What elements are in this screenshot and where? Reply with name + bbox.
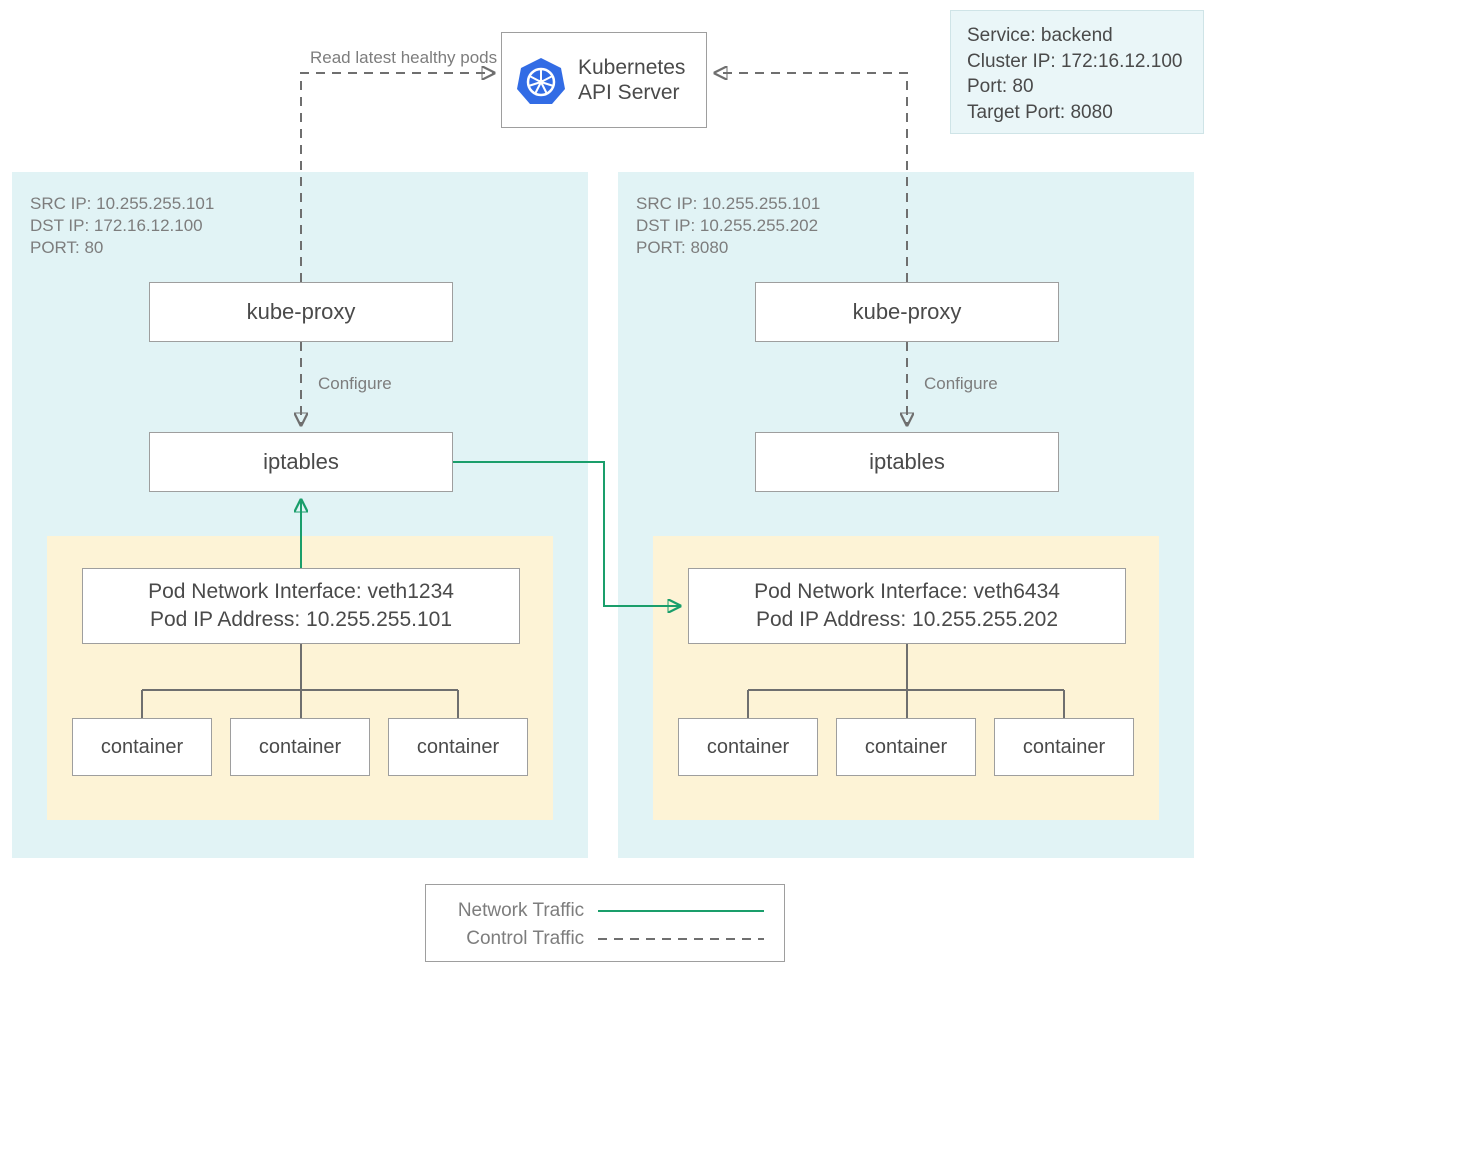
node-right-port: PORT: 8080 <box>636 238 728 258</box>
iptables-left-label: iptables <box>263 449 339 475</box>
configure-right-label: Configure <box>924 374 998 394</box>
iptables-right-label: iptables <box>869 449 945 475</box>
kube-proxy-right-label: kube-proxy <box>853 299 962 325</box>
service-info-box: Service: backend Cluster IP: 172:16.12.1… <box>950 10 1204 134</box>
node-right-dst: DST IP: 10.255.255.202 <box>636 216 818 236</box>
kube-proxy-left: kube-proxy <box>149 282 453 342</box>
service-info-line4: Target Port: 8080 <box>967 100 1187 126</box>
pod-if-right-line1: Pod Network Interface: veth6434 <box>754 578 1060 606</box>
read-pods-label: Read latest healthy pods <box>310 48 497 68</box>
container-left-2: container <box>230 718 370 776</box>
pod-if-left-line2: Pod IP Address: 10.255.255.101 <box>150 606 452 634</box>
legend-network-label: Network Traffic <box>446 900 584 922</box>
service-info-line2: Cluster IP: 172:16.12.100 <box>967 49 1187 75</box>
api-server-label: Kubernetes API Server <box>578 55 685 105</box>
pod-if-right: Pod Network Interface: veth6434 Pod IP A… <box>688 568 1126 644</box>
container-right-1: container <box>678 718 818 776</box>
kubernetes-icon <box>516 55 566 105</box>
api-server-box: Kubernetes API Server <box>501 32 707 128</box>
service-info-line3: Port: 80 <box>967 74 1187 100</box>
kube-proxy-left-label: kube-proxy <box>247 299 356 325</box>
legend-control-line-icon <box>598 934 764 944</box>
kube-proxy-right: kube-proxy <box>755 282 1059 342</box>
container-left-3: container <box>388 718 528 776</box>
container-right-2: container <box>836 718 976 776</box>
legend-network-line-icon <box>598 906 764 916</box>
container-left-1: container <box>72 718 212 776</box>
pod-if-left-line1: Pod Network Interface: veth1234 <box>148 578 454 606</box>
iptables-right: iptables <box>755 432 1059 492</box>
service-info-line1: Service: backend <box>967 23 1187 49</box>
node-left-dst: DST IP: 172.16.12.100 <box>30 216 203 236</box>
node-left-src: SRC IP: 10.255.255.101 <box>30 194 214 214</box>
configure-left-label: Configure <box>318 374 392 394</box>
pod-if-right-line2: Pod IP Address: 10.255.255.202 <box>756 606 1058 634</box>
legend-box: Network Traffic Control Traffic <box>425 884 785 962</box>
node-right-src: SRC IP: 10.255.255.101 <box>636 194 820 214</box>
legend-control-label: Control Traffic <box>446 928 584 950</box>
container-right-3: container <box>994 718 1134 776</box>
iptables-left: iptables <box>149 432 453 492</box>
pod-if-left: Pod Network Interface: veth1234 Pod IP A… <box>82 568 520 644</box>
node-left-port: PORT: 80 <box>30 238 103 258</box>
